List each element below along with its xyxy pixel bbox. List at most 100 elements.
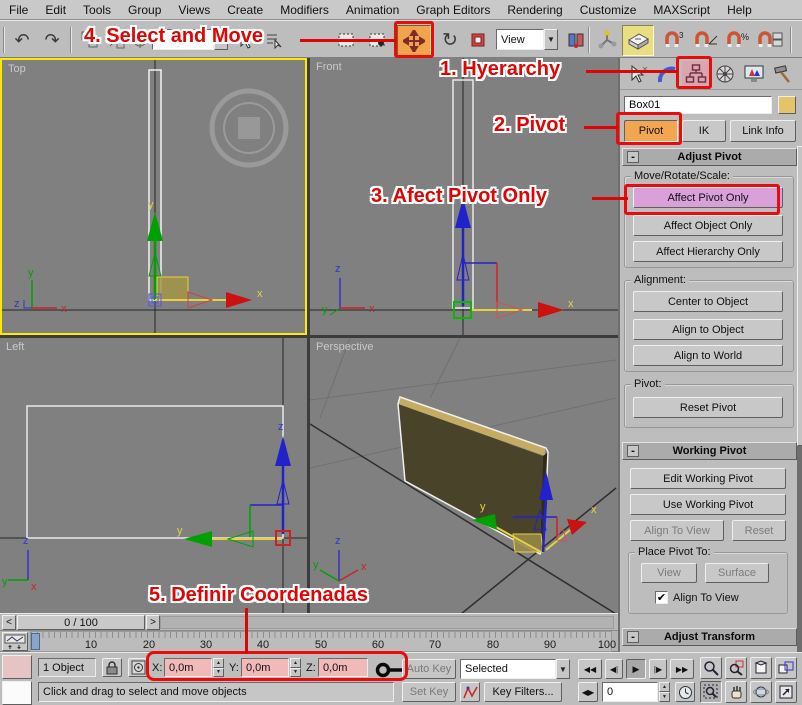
adjust-transform-rollout-header[interactable]: - Adjust Transform [622, 628, 797, 646]
place-pivot-view-button[interactable]: View [641, 563, 697, 583]
maxscript-mini-listener-pink[interactable] [2, 655, 32, 679]
key-mode-toggle[interactable]: ◀▶ [578, 682, 598, 702]
zoom-button[interactable] [700, 657, 722, 679]
current-frame-marker[interactable] [31, 633, 40, 650]
key-filter-dropdown[interactable]: Selected [460, 659, 556, 679]
world-axis-tripod: z y x [2, 535, 37, 593]
object-color-swatch[interactable] [778, 96, 796, 114]
world-axis-tripod: z y x [313, 535, 367, 581]
affect-hierarchy-only-button[interactable]: Affect Hierarchy Only [633, 241, 783, 262]
pivot-plane-handle[interactable] [157, 277, 188, 300]
place-pivot-surface-button[interactable]: Surface [705, 563, 769, 583]
select-and-scale-button[interactable] [464, 26, 492, 54]
angle-snap-toggle[interactable] [692, 26, 720, 54]
reset-pivot-button[interactable]: Reset Pivot [633, 397, 783, 418]
maxscript-mini-listener-white[interactable] [2, 681, 32, 705]
ik-mode-button[interactable]: IK [682, 120, 726, 142]
pan-view-button[interactable] [725, 681, 747, 703]
adjust-pivot-rollout-header[interactable]: - Adjust Pivot [622, 148, 797, 166]
zoom-extents-all-button[interactable] [775, 657, 797, 679]
use-working-pivot-button[interactable]: Use Working Pivot [630, 494, 786, 515]
link-info-mode-button[interactable]: Link Info [730, 120, 796, 142]
align-to-view-checkbox-row[interactable]: ✔ Align To View [655, 591, 739, 604]
menu-help[interactable]: Help [727, 3, 752, 17]
annotation-step2: 2. Pivot [494, 114, 565, 137]
menu-rendering[interactable]: Rendering [507, 3, 562, 17]
track-bar-ruler[interactable]: 0 10 20 30 40 50 60 70 80 90 100 [30, 631, 612, 652]
keyboard-shortcut-override-toggle[interactable] [622, 25, 654, 56]
undo-button[interactable]: ↶ [8, 26, 36, 54]
menu-file[interactable]: File [9, 3, 28, 17]
align-to-view-button[interactable]: Align To View [630, 520, 724, 541]
time-configuration-button[interactable] [675, 682, 695, 702]
reference-coordinate-system-dropdown[interactable]: View [496, 29, 544, 50]
time-slider-handle[interactable]: 0 / 100 [17, 615, 145, 630]
track-bar[interactable]: 0 10 20 30 40 50 60 70 80 90 100 [0, 631, 618, 652]
menu-create[interactable]: Create [227, 3, 263, 17]
svg-text:y: y [177, 525, 183, 537]
select-and-rotate-button[interactable]: ↻ [436, 26, 464, 54]
zoom-all-button[interactable] [725, 657, 747, 679]
tab-display[interactable] [740, 61, 767, 87]
selection-lock-toggle[interactable] [102, 658, 122, 677]
set-key-button[interactable]: Set Key [402, 682, 456, 702]
default-in-out-tangents-button[interactable] [460, 682, 480, 702]
region-zoom-button[interactable] [700, 681, 722, 703]
use-pivot-point-center-button[interactable] [562, 26, 590, 54]
move-gizmo[interactable]: z y [177, 421, 291, 547]
svg-text:z: z [335, 535, 341, 547]
auto-key-button[interactable]: Auto Key [402, 659, 456, 679]
tab-create[interactable] [624, 61, 651, 87]
reset-working-pivot-button[interactable]: Reset [732, 520, 786, 541]
play-animation-button[interactable]: ▶ [626, 659, 646, 679]
spinner-snap-toggle[interactable] [756, 26, 784, 54]
menu-edit[interactable]: Edit [45, 3, 66, 17]
menu-group[interactable]: Group [128, 3, 161, 17]
snaps-toggle-3d[interactable]: 3 [660, 26, 688, 54]
time-slider-prev-button[interactable]: < [2, 615, 16, 630]
move-gizmo[interactable]: x [454, 198, 574, 318]
box-object[interactable] [398, 397, 548, 554]
select-by-name-button[interactable] [260, 26, 288, 54]
menu-maxscript[interactable]: MAXScript [653, 3, 710, 17]
orbit-view-button[interactable] [750, 681, 772, 703]
menu-modifiers[interactable]: Modifiers [280, 3, 329, 17]
next-frame-button[interactable]: |▶ [649, 659, 667, 679]
menu-customize[interactable]: Customize [580, 3, 637, 17]
go-to-end-button[interactable]: ▶▶ [670, 659, 694, 679]
panel-scrollbar-thumb[interactable] [797, 146, 802, 446]
maximize-viewport-toggle[interactable] [775, 681, 797, 703]
key-filters-button[interactable]: Key Filters... [484, 682, 562, 702]
absolute-offset-mode-toggle[interactable] [128, 658, 148, 677]
time-slider-track[interactable] [160, 616, 614, 629]
key-filter-dropdown-arrow[interactable]: ▼ [556, 659, 570, 679]
center-to-object-button[interactable]: Center to Object [633, 291, 783, 312]
viewport-top[interactable]: Top y x [0, 58, 307, 335]
select-and-manipulate-button[interactable] [593, 26, 621, 54]
edit-working-pivot-button[interactable]: Edit Working Pivot [630, 468, 786, 489]
zoom-extents-button[interactable] [750, 657, 772, 679]
viewport-left[interactable]: Left z y [0, 338, 307, 613]
checkbox-checked-icon[interactable]: ✔ [655, 591, 668, 604]
menu-tools[interactable]: Tools [83, 3, 111, 17]
affect-object-only-button[interactable]: Affect Object Only [633, 215, 783, 236]
align-to-object-button[interactable]: Align to Object [633, 319, 783, 340]
percent-snap-toggle[interactable]: % [724, 26, 752, 54]
tab-motion[interactable] [711, 61, 738, 87]
current-frame-spinner[interactable]: ▲▼ [659, 682, 670, 702]
menu-animation[interactable]: Animation [346, 3, 399, 17]
viewport-perspective[interactable]: Perspective [310, 338, 618, 613]
panel-scrollbar[interactable] [797, 146, 802, 705]
previous-frame-button[interactable]: ◀| [605, 659, 623, 679]
working-pivot-rollout-header[interactable]: - Working Pivot [622, 442, 797, 460]
coord-system-dropdown-arrow[interactable]: ▼ [544, 29, 558, 50]
box-object-outline[interactable] [27, 406, 283, 538]
go-to-start-button[interactable]: ◀◀ [578, 659, 602, 679]
time-slider-next-button[interactable]: > [146, 615, 160, 630]
redo-button[interactable]: ↷ [38, 26, 66, 54]
menu-views[interactable]: Views [178, 3, 210, 17]
current-frame-field[interactable]: 0 [602, 682, 658, 702]
tab-utilities[interactable] [769, 61, 796, 87]
align-to-world-button[interactable]: Align to World [633, 345, 783, 366]
menu-graph-editors[interactable]: Graph Editors [416, 3, 490, 17]
